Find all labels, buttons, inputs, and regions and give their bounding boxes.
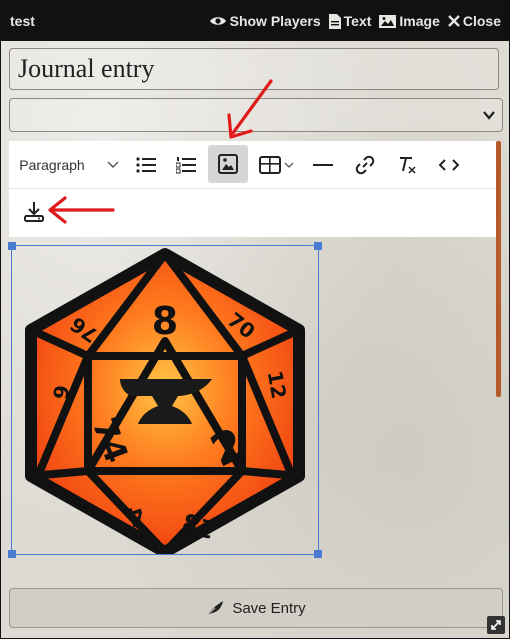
image-button[interactable]: Image (379, 13, 440, 29)
heading-dropdown-label: Paragraph (19, 157, 85, 173)
insert-image-icon (218, 154, 238, 174)
link-button[interactable] (349, 147, 381, 183)
die-face-number: 12 (263, 369, 291, 401)
remove-format-icon (400, 157, 416, 174)
source-button[interactable] (433, 147, 465, 183)
resize-icon (491, 620, 501, 630)
file-text-icon (328, 13, 341, 29)
show-players-label: Show Players (229, 13, 321, 29)
numbered-list-icon (176, 157, 196, 174)
window-titlebar: test Show Players Text Image Close (1, 1, 509, 41)
d20-die-image[interactable]: 8 70 12 2 18 4 74 6 76 (12, 246, 318, 554)
insert-image-button[interactable] (208, 145, 248, 183)
journal-window: test Show Players Text Image Close Journ… (0, 0, 510, 639)
chevron-down-icon (483, 111, 495, 120)
resize-handle-top-left[interactable] (8, 242, 16, 250)
chevron-down-icon (107, 161, 119, 168)
download-icon (24, 202, 44, 222)
save-entry-label: Save Entry (232, 599, 306, 617)
annotation-arrow-down (227, 79, 273, 139)
bulleted-list-button[interactable] (129, 147, 163, 183)
annotation-arrow-left (48, 196, 115, 224)
toolbar-row-main: Paragraph (9, 141, 497, 189)
chevron-down-icon (284, 162, 293, 168)
close-label: Close (462, 13, 501, 29)
show-players-button[interactable]: Show Players (209, 13, 321, 29)
resize-handle-bottom-left[interactable] (8, 550, 16, 558)
numbered-list-button[interactable] (169, 147, 203, 183)
image-label: Image (399, 13, 440, 29)
text-label: Text (343, 13, 372, 29)
embedded-image-selection[interactable]: 8 70 12 2 18 4 74 6 76 (8, 242, 322, 558)
image-icon (379, 14, 397, 28)
feather-icon (206, 601, 224, 616)
source-icon (439, 159, 459, 171)
eye-icon (209, 17, 226, 25)
close-button[interactable]: Close (448, 13, 501, 29)
editor-scrollbar[interactable] (496, 141, 501, 581)
close-icon (448, 15, 460, 27)
link-icon (355, 155, 375, 175)
window-resize-handle[interactable] (487, 616, 505, 634)
insert-table-icon (258, 156, 281, 174)
editor-scrollbar-thumb[interactable] (496, 141, 501, 397)
text-button[interactable]: Text (328, 13, 372, 29)
horizontal-line-button[interactable] (307, 147, 339, 183)
save-entry-button[interactable]: Save Entry (9, 588, 503, 628)
window-title: test (10, 13, 35, 29)
heading-dropdown[interactable]: Paragraph (13, 147, 125, 183)
insert-table-button[interactable] (253, 147, 299, 183)
die-face-number: 8 (152, 299, 178, 343)
resize-handle-top-right[interactable] (314, 242, 322, 250)
bulleted-list-icon (136, 157, 156, 173)
remove-format-button[interactable] (391, 147, 423, 183)
resize-handle-bottom-right[interactable] (314, 550, 322, 558)
horizontal-line-icon (313, 164, 333, 166)
